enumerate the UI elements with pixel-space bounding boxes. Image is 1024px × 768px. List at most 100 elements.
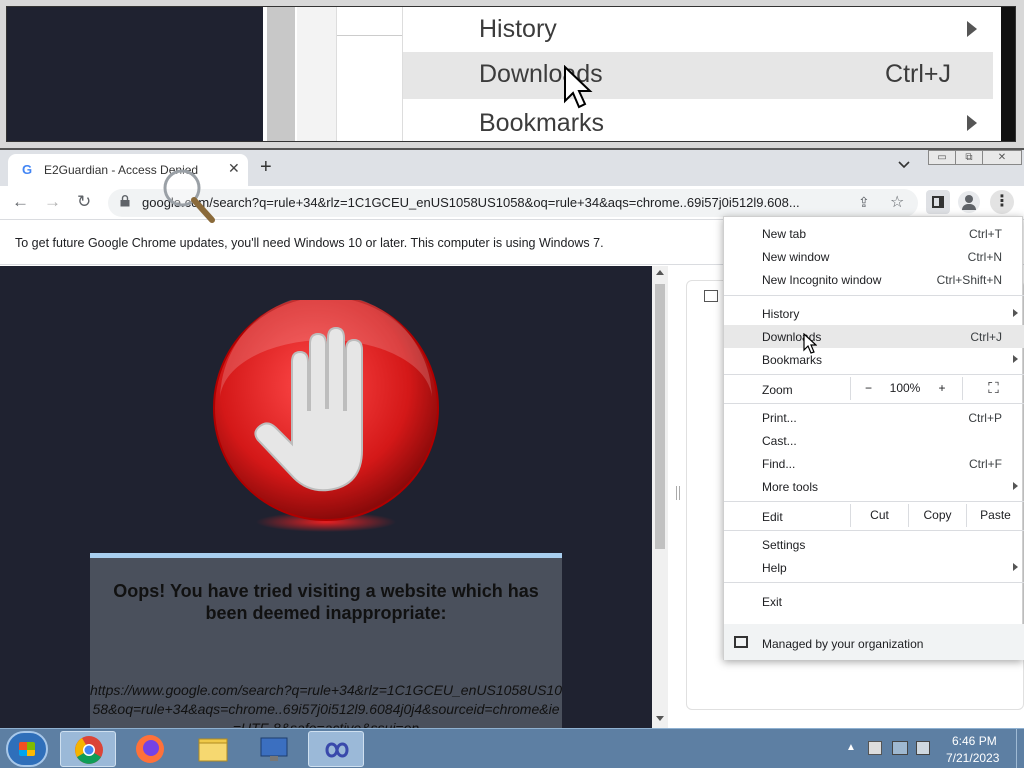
block-heading: Oops! You have tried visiting a website … <box>113 581 539 623</box>
clock-date[interactable]: 7/21/2023 <box>946 751 999 765</box>
new-tab-button[interactable]: + <box>260 156 272 179</box>
monitor-icon <box>260 737 288 761</box>
share-icon[interactable]: ⇪ <box>858 194 870 211</box>
menu-label: Edit <box>762 510 783 524</box>
infobar-message: To get future Google Chrome updates, you… <box>15 236 604 250</box>
google-icon: G <box>22 162 33 177</box>
windows-logo-icon-lower <box>19 750 35 756</box>
menu-separator <box>724 295 1024 296</box>
submenu-arrow-icon <box>1013 355 1018 363</box>
reload-button[interactable]: ↻ <box>77 192 91 212</box>
lock-icon <box>120 195 130 207</box>
magnified-item-history: History <box>403 7 993 54</box>
menu-item-bookmarks[interactable]: Bookmarks <box>724 348 1024 371</box>
magnified-shortcut: Ctrl+J <box>885 60 951 88</box>
submenu-arrow-icon <box>1013 482 1018 490</box>
profile-head-icon <box>965 195 973 203</box>
submenu-arrow-icon <box>1013 563 1018 571</box>
zoom-in-button[interactable]: + <box>924 377 960 400</box>
menu-item-downloads[interactable]: Downloads Ctrl+J <box>724 325 1024 348</box>
menu-label: Settings <box>762 538 806 552</box>
mouse-pointer-icon <box>564 65 593 109</box>
menu-item-more-tools[interactable]: More tools <box>724 475 1024 498</box>
menu-item-print[interactable]: Print... Ctrl+P <box>724 406 1024 429</box>
chrome-menu-button[interactable]: ⋮ <box>990 190 1014 214</box>
menu-item-cast[interactable]: Cast... <box>724 429 1024 452</box>
menu-separator <box>724 501 1024 502</box>
show-desktop-button[interactable] <box>1016 729 1024 768</box>
menu-label: More tools <box>762 480 819 494</box>
minimize-button[interactable]: ▭ <box>928 150 956 165</box>
close-window-button[interactable]: ✕ <box>982 150 1022 165</box>
taskbar-chrome[interactable] <box>60 731 116 767</box>
menu-item-help[interactable]: Help <box>724 556 1024 579</box>
reading-list-icon[interactable] <box>704 290 718 302</box>
menu-label: Help <box>762 561 787 575</box>
taskbar-file-explorer[interactable] <box>185 731 241 767</box>
windows-taskbar: ▲ 6:46 PM 7/21/2023 <box>0 728 1024 768</box>
menu-item-new-window[interactable]: New window Ctrl+N <box>724 245 1024 268</box>
taskbar-infinity-app[interactable] <box>308 731 364 767</box>
fullscreen-icon[interactable]: ⛶ <box>962 377 1024 400</box>
scroll-thumb[interactable] <box>655 284 665 549</box>
zoom-level: 100% <box>889 381 921 395</box>
system-tray: ▲ 6:46 PM 7/21/2023 <box>840 729 1024 768</box>
scroll-down-arrow-icon[interactable] <box>656 716 664 721</box>
menu-label: Exit <box>762 595 783 609</box>
tab-search-chevron-icon[interactable] <box>898 158 910 172</box>
managed-label: Managed by your organization <box>762 637 924 651</box>
menu-shortcut: Ctrl+N <box>967 250 1002 264</box>
menu-item-new-tab[interactable]: New tab Ctrl+T <box>724 222 1024 245</box>
copy-button[interactable]: Copy <box>908 504 966 527</box>
side-panel-button[interactable] <box>926 190 950 214</box>
clock-time[interactable]: 6:46 PM <box>952 734 997 748</box>
menu-label: Cast... <box>762 434 797 448</box>
cut-button[interactable]: Cut <box>850 504 908 527</box>
magnified-menu: History Downloads Ctrl+J Bookmarks <box>402 7 1015 141</box>
side-panel-icon <box>932 196 944 208</box>
network-icon[interactable] <box>892 741 908 755</box>
profile-body-icon <box>962 204 976 210</box>
volume-muted-icon[interactable] <box>916 741 930 755</box>
paste-button[interactable]: Paste <box>966 504 1024 527</box>
restore-button[interactable]: ⧉ <box>955 150 983 165</box>
forward-button[interactable]: → <box>44 192 61 212</box>
bookmark-star-icon[interactable]: ☆ <box>890 192 904 212</box>
magnified-item-bookmarks: Bookmarks <box>403 101 993 141</box>
taskbar-remote-desktop[interactable] <box>246 731 302 767</box>
menu-separator <box>724 374 1024 375</box>
scroll-up-arrow-icon[interactable] <box>656 270 664 275</box>
menu-item-find[interactable]: Find... Ctrl+F <box>724 452 1024 475</box>
start-button[interactable] <box>6 731 48 767</box>
resize-grip-icon[interactable] <box>676 486 680 500</box>
taskbar-firefox[interactable] <box>122 731 178 767</box>
magnifier-view: History Downloads Ctrl+J Bookmarks <box>0 0 1024 150</box>
tab-close-icon[interactable]: ✕ <box>228 160 240 177</box>
magnified-scrollbar <box>267 7 295 141</box>
url-text[interactable]: google.com/search?q=rule+34&rlz=1C1GCEU_… <box>142 195 842 210</box>
menu-label: Print... <box>762 411 797 425</box>
menu-label: New Incognito window <box>762 273 882 287</box>
show-hidden-icons-arrow-icon[interactable]: ▲ <box>846 742 856 753</box>
action-center-flag-icon[interactable] <box>868 741 882 755</box>
menu-separator <box>724 403 1024 404</box>
menu-item-zoom: Zoom − 100% + ⛶ <box>724 377 1024 400</box>
page-scrollbar[interactable] <box>652 266 668 728</box>
zoom-out-button[interactable]: − <box>850 377 886 400</box>
window-controls: ▭ ⧉ ✕ <box>928 150 1022 166</box>
managed-by-org[interactable]: Managed by your organization <box>724 624 1024 660</box>
menu-item-new-incognito[interactable]: New Incognito window Ctrl+Shift+N <box>724 268 1024 291</box>
address-bar[interactable]: google.com/search?q=rule+34&rlz=1C1GCEU_… <box>108 189 918 217</box>
menu-item-settings[interactable]: Settings <box>724 533 1024 556</box>
infinity-icon <box>325 742 349 758</box>
menu-separator <box>724 582 1024 583</box>
menu-item-exit[interactable]: Exit <box>724 590 1024 613</box>
menu-item-history[interactable]: History <box>724 302 1024 325</box>
menu-label: Zoom <box>762 383 793 397</box>
profile-button[interactable] <box>958 191 980 213</box>
stop-hand-icon <box>213 300 439 532</box>
back-button[interactable]: ← <box>12 192 29 212</box>
menu-label: New window <box>762 250 830 264</box>
block-message-box: Oops! You have tried visiting a website … <box>90 553 562 728</box>
menu-label: New tab <box>762 227 807 241</box>
